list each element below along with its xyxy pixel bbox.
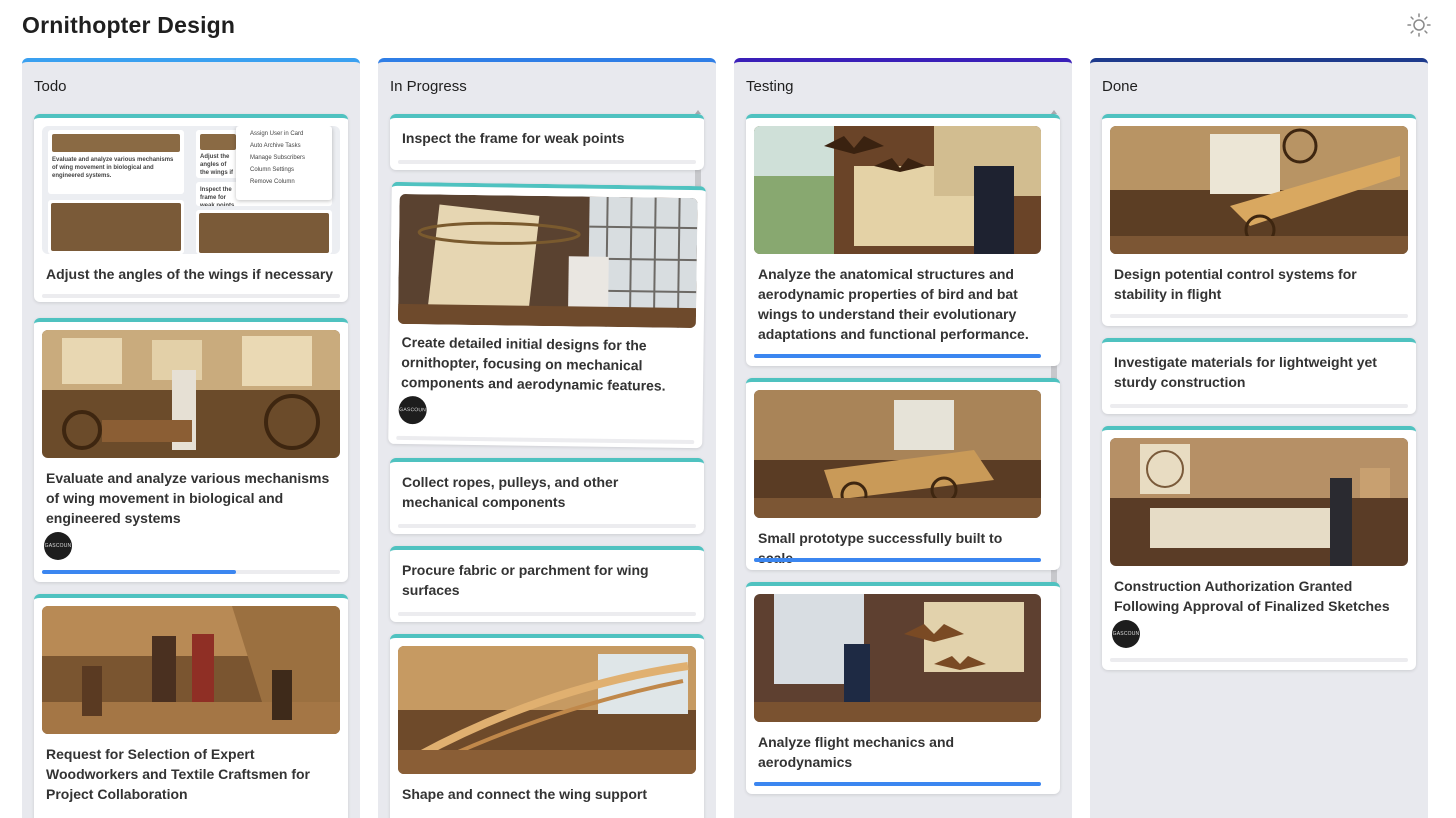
card-request-craftsmen[interactable]: Request for Selection of Expert Woodwork… [34, 594, 348, 818]
preview-snippet: Adjust the angles of the wings if necess… [200, 153, 236, 178]
column-title: Todo [34, 78, 67, 95]
progress-fill [754, 782, 1041, 786]
card-analyze-anatomy[interactable]: Analyze the anatomical structures and ae… [746, 114, 1060, 366]
card-image-bats-study [754, 126, 1041, 254]
card-evaluate-mechanisms[interactable]: Evaluate and analyze various mechanisms … [34, 318, 348, 582]
card-preview-image: Evaluate and analyze various mechanisms … [42, 126, 340, 254]
progress-bar [398, 160, 696, 164]
preview-card: Evaluate and analyze various mechanisms … [48, 130, 184, 194]
progress-bar [398, 612, 696, 616]
menu-item: Assign User in Card [240, 128, 328, 140]
kanban-board: Todo Evaluate and analyze various mechan… [22, 58, 1434, 798]
progress-bar [396, 436, 694, 444]
avatar[interactable]: GASCOUN [44, 532, 72, 560]
card-investigate-materials[interactable]: Investigate materials for lightweight ye… [1102, 338, 1416, 414]
card-title: Procure fabric or parchment for wing sur… [402, 560, 692, 600]
card-title: Inspect the frame for weak points [402, 128, 692, 148]
page-title: Ornithopter Design [22, 12, 235, 39]
progress-fill [754, 354, 1041, 358]
card-title: Evaluate and analyze various mechanisms … [46, 468, 336, 528]
card-inspect-frame[interactable]: Inspect the frame for weak points [390, 114, 704, 170]
card-image-prototype [754, 390, 1041, 518]
card-initial-designs[interactable]: Create detailed initial designs for the … [388, 182, 706, 448]
card-collect-ropes[interactable]: Collect ropes, pulleys, and other mechan… [390, 458, 704, 534]
progress-bar [754, 354, 1041, 358]
card-adjust-wings[interactable]: Evaluate and analyze various mechanisms … [34, 114, 348, 302]
avatar[interactable]: GASCOUN [1112, 620, 1140, 648]
card-title: Collect ropes, pulleys, and other mechan… [402, 472, 692, 512]
column-in-progress: In Progress Inspect the frame for weak p… [378, 58, 716, 818]
menu-item: Manage Subscribers [240, 152, 328, 164]
progress-bar [754, 558, 1041, 562]
card-title: Analyze flight mechanics and aerodynamic… [758, 732, 1038, 772]
progress-bar [42, 294, 340, 298]
preview-snippet: Inspect the frame for weak points [200, 186, 236, 206]
menu-item: Column Settings [240, 164, 328, 176]
progress-bar [1110, 404, 1408, 408]
avatar[interactable]: GASCOUN [398, 396, 426, 424]
menu-item: Remove Column [240, 176, 328, 188]
sun-icon[interactable] [1406, 12, 1432, 38]
card-image-wing-frame [398, 646, 696, 774]
column-testing: Testing Analyze the anatomical structure… [734, 58, 1072, 818]
progress-bar [398, 524, 696, 528]
progress-fill [42, 570, 236, 574]
card-title: Analyze the anatomical structures and ae… [758, 264, 1038, 344]
card-construction-authorization[interactable]: Construction Authorization Granted Follo… [1102, 426, 1416, 670]
card-title: Shape and connect the wing support [402, 784, 692, 804]
context-menu: Assign User in Card Auto Archive Tasks M… [236, 126, 332, 200]
menu-item: Auto Archive Tasks [240, 140, 328, 152]
card-title: Adjust the angles of the wings if necess… [46, 264, 336, 284]
card-image-control-systems [1110, 126, 1408, 254]
card-procure-fabric[interactable]: Procure fabric or parchment for wing sur… [390, 546, 704, 622]
header: Ornithopter Design [0, 0, 1456, 54]
column-title: Testing [746, 78, 794, 95]
progress-bar [754, 782, 1041, 786]
card-image-authorization [1110, 438, 1408, 566]
card-shape-wing-support[interactable]: Shape and connect the wing support [390, 634, 704, 818]
card-title: Design potential control systems for sta… [1114, 264, 1404, 304]
card-image-woodworkers [42, 606, 340, 734]
card-title: Request for Selection of Expert Woodwork… [46, 744, 336, 804]
card-flight-mechanics[interactable]: Analyze flight mechanics and aerodynamic… [746, 582, 1060, 794]
column-todo: Todo Evaluate and analyze various mechan… [22, 58, 360, 818]
progress-fill [754, 558, 1041, 562]
column-title: Done [1102, 78, 1138, 95]
card-small-prototype[interactable]: Small prototype successfully built to sc… [746, 378, 1060, 570]
progress-bar [1110, 314, 1408, 318]
card-image-design-drafting [398, 194, 698, 328]
card-image-workshop-sketches [42, 330, 340, 458]
column-done: Done Design potential control systems fo… [1090, 58, 1428, 818]
card-image-flight-study [754, 594, 1041, 722]
card-title: Create detailed initial designs for the … [401, 332, 692, 396]
card-title: Investigate materials for lightweight ye… [1114, 352, 1404, 392]
card-title: Small prototype successfully built to sc… [758, 528, 1038, 568]
card-title: Construction Authorization Granted Follo… [1114, 576, 1404, 616]
card-control-systems[interactable]: Design potential control systems for sta… [1102, 114, 1416, 326]
progress-bar [1110, 658, 1408, 662]
preview-card [48, 200, 184, 254]
progress-bar [42, 570, 340, 574]
column-title: In Progress [390, 78, 467, 95]
preview-card [196, 210, 332, 254]
preview-snippet: Evaluate and analyze various mechanisms … [52, 156, 180, 180]
